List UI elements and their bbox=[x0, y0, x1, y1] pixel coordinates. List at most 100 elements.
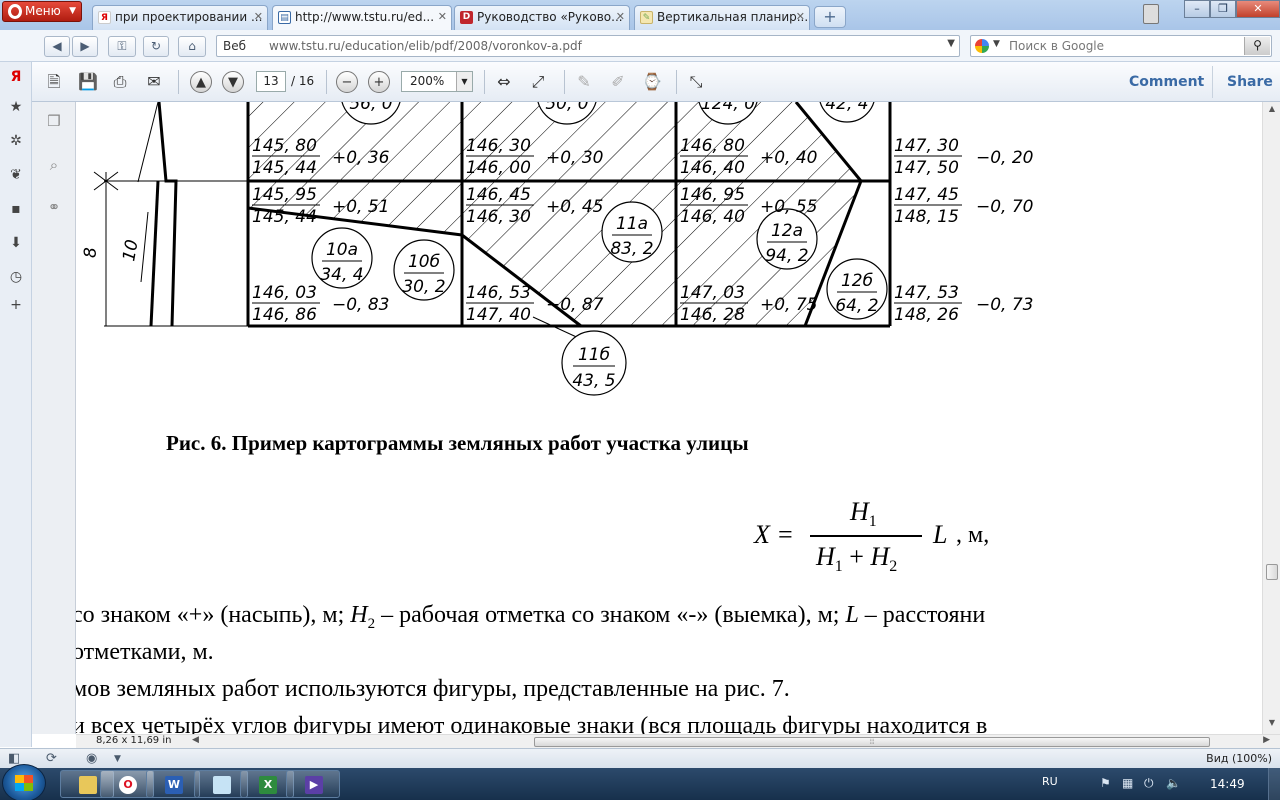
sync-icon[interactable]: ⟳ bbox=[46, 751, 57, 766]
search-icon[interactable]: ⚲ bbox=[1244, 37, 1270, 55]
fit-page-icon[interactable]: ⤢ bbox=[526, 70, 550, 94]
start-button[interactable] bbox=[2, 764, 46, 800]
language-indicator[interactable]: RU bbox=[1042, 775, 1058, 788]
figure-area: 94, 2 bbox=[765, 246, 808, 266]
highlight-icon[interactable]: ✐ bbox=[606, 70, 630, 94]
figure-area: 34, 4 bbox=[320, 265, 363, 285]
clock[interactable]: 14:49 bbox=[1210, 777, 1245, 791]
close-tab-icon[interactable]: ✕ bbox=[254, 10, 263, 23]
history-icon[interactable]: ◷ bbox=[7, 268, 25, 286]
next-page-button[interactable]: ▼ bbox=[222, 71, 244, 93]
scroll-down-icon[interactable]: ▼ bbox=[1265, 718, 1279, 730]
notes-icon[interactable]: ▪ bbox=[7, 200, 25, 218]
sign-icon[interactable]: ✎ bbox=[572, 70, 596, 94]
formula-var: H bbox=[850, 497, 869, 526]
text-sub: 2 bbox=[367, 615, 376, 632]
word-icon: W bbox=[165, 776, 183, 794]
chevron-down-icon[interactable]: ▼ bbox=[993, 39, 1000, 49]
attachments-icon[interactable]: ⌕ bbox=[43, 154, 65, 176]
downloads-icon[interactable]: ⬇ bbox=[7, 234, 25, 252]
text-var: H bbox=[350, 602, 368, 628]
zoom-out-button[interactable]: − bbox=[336, 71, 358, 93]
fit-width-icon[interactable]: ⇔ bbox=[492, 70, 516, 94]
app-icon: ▶ bbox=[305, 776, 323, 794]
work-mark: +0, 75 bbox=[760, 295, 818, 315]
vertical-scrollbar[interactable]: ▲ ▼ bbox=[1262, 102, 1280, 734]
close-window-button[interactable]: ✕ bbox=[1236, 0, 1280, 18]
comment-button[interactable]: Comment bbox=[1129, 74, 1204, 90]
tab-title: Руководство «Руково... bbox=[477, 10, 623, 24]
elevation-top: 145, 80 bbox=[252, 136, 317, 156]
stamp-icon[interactable]: ⌚ bbox=[640, 70, 664, 94]
chevron-down-icon[interactable]: ▼ bbox=[114, 754, 121, 764]
figure-area-top: 56, 0 bbox=[349, 102, 392, 114]
close-tab-icon[interactable]: ✕ bbox=[438, 10, 447, 23]
taskbar-app[interactable]: ▶ bbox=[286, 770, 340, 798]
add-panel-icon[interactable]: + bbox=[7, 296, 25, 314]
taskbar-word[interactable]: W bbox=[146, 770, 200, 798]
zoom-in-button[interactable]: + bbox=[368, 71, 390, 93]
share-button[interactable]: Share bbox=[1227, 74, 1273, 90]
folder-icon bbox=[79, 776, 97, 794]
power-icon[interactable]: ⏻ bbox=[1144, 776, 1154, 791]
chevron-down-icon[interactable]: ▼ bbox=[947, 38, 955, 49]
gear-icon[interactable]: ✲ bbox=[7, 132, 25, 150]
figure-id: 10а bbox=[326, 240, 358, 260]
horizontal-scrollbar[interactable]: 8,26 x 11,69 in ◀ ⦙⦙⦙ ▶ bbox=[76, 734, 1280, 748]
formula-var: H bbox=[816, 542, 835, 571]
yandex-icon[interactable]: Я bbox=[7, 68, 25, 86]
text-line: со знаком «+» (насыпь), м; H2 – рабочая … bbox=[76, 602, 985, 633]
forward-button[interactable]: ▶ bbox=[72, 36, 98, 57]
elevation-bottom: 146, 40 bbox=[680, 207, 745, 227]
scroll-thumb[interactable]: ⦙⦙⦙ bbox=[534, 737, 1210, 747]
network-icon[interactable]: ▦ bbox=[1122, 776, 1133, 790]
zoom-select[interactable]: 200% ▼ bbox=[401, 71, 473, 92]
scroll-right-icon[interactable]: ▶ bbox=[1263, 735, 1270, 745]
minimize-button[interactable]: – bbox=[1184, 0, 1210, 18]
widgets-icon[interactable]: ❦ bbox=[7, 166, 25, 184]
tab-3[interactable]: D Руководство «Руково... ✕ bbox=[454, 5, 630, 30]
fullscreen-icon[interactable]: ⤡ bbox=[684, 70, 708, 94]
zoom-view-button[interactable]: Вид (100%) bbox=[1206, 752, 1272, 765]
volume-icon[interactable]: 🔈 bbox=[1166, 776, 1181, 790]
text-run: – рабочая отметка со знаком «-» (выемка)… bbox=[375, 602, 846, 628]
address-field[interactable]: Веб www.tstu.ru/education/elib/pdf/2008/… bbox=[216, 35, 960, 57]
formula-sub: 2 bbox=[889, 558, 898, 576]
save-icon[interactable]: 💾 bbox=[76, 70, 100, 94]
scroll-up-icon[interactable]: ▲ bbox=[1265, 104, 1279, 116]
reload-button[interactable]: ↻ bbox=[143, 36, 169, 57]
url-text: www.tstu.ru/education/elib/pdf/2008/voro… bbox=[269, 39, 582, 53]
work-mark: +0, 30 bbox=[546, 148, 604, 168]
tab-4[interactable]: ✎ Вертикальная планир... ✕ bbox=[634, 5, 810, 30]
home-button[interactable]: ⌂ bbox=[178, 36, 206, 57]
create-pdf-icon[interactable]: 🗎 bbox=[42, 70, 66, 94]
scroll-left-icon[interactable]: ◀ bbox=[192, 735, 199, 745]
back-button[interactable]: ◀ bbox=[44, 36, 70, 57]
elevation-bottom: 145, 44 bbox=[252, 158, 317, 178]
email-icon[interactable]: ✉ bbox=[142, 70, 166, 94]
search-field[interactable]: ▼ Поиск в Google ⚲ bbox=[970, 35, 1272, 57]
close-tab-icon[interactable]: ✕ bbox=[796, 10, 805, 23]
elevation-bottom: 146, 28 bbox=[680, 305, 745, 325]
address-toolbar: ◀ ▶ ⚿ ↻ ⌂ Веб www.tstu.ru/education/elib… bbox=[0, 30, 1280, 62]
pages-icon[interactable]: ❒ bbox=[43, 110, 65, 132]
browser-status-bar: ◧ ⟳ ◉ ▼ Вид (100%) bbox=[0, 748, 1280, 768]
turbo-icon[interactable]: ◉ bbox=[86, 751, 97, 766]
opera-menu-button[interactable]: Меню ▼ bbox=[2, 1, 82, 22]
show-desktop-button[interactable] bbox=[1268, 768, 1280, 800]
binoculars-icon[interactable]: ⚭ bbox=[43, 196, 65, 218]
flag-icon[interactable]: ⚑ bbox=[1100, 776, 1111, 790]
new-tab-button[interactable]: + bbox=[814, 6, 846, 28]
scroll-thumb[interactable] bbox=[1266, 564, 1278, 580]
print-icon[interactable]: ⎙ bbox=[108, 70, 132, 94]
bookmarks-icon[interactable]: ★ bbox=[7, 98, 25, 116]
close-tab-icon[interactable]: ✕ bbox=[616, 10, 625, 23]
trash-icon[interactable] bbox=[1143, 4, 1159, 24]
restore-button[interactable]: ❐ bbox=[1210, 0, 1236, 18]
key-icon[interactable]: ⚿ bbox=[108, 36, 136, 57]
tab-1[interactable]: Я при проектировании ... ✕ bbox=[92, 5, 268, 30]
previous-page-button[interactable]: ▲ bbox=[190, 71, 212, 93]
tab-2-active[interactable]: ▤ http://www.tstu.ru/ed... ✕ bbox=[272, 5, 452, 31]
page-number-input[interactable]: 13 bbox=[256, 71, 286, 92]
formula-sub: 1 bbox=[834, 558, 843, 576]
